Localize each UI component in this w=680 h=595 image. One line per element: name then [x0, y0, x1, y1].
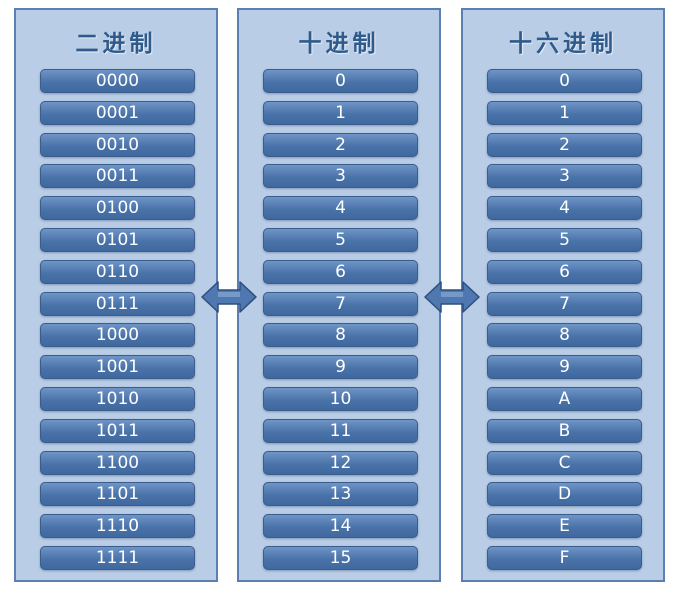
binary-cells: 0000 0001 0010 0011 0100 0101 0110 0111 1000 1001… — [40, 69, 195, 578]
hex-column-title: 十六进制 — [509, 30, 617, 57]
decimal-cell: 3 — [263, 164, 418, 189]
decimal-cell: 13 — [263, 482, 418, 507]
hex-cell: 5 — [487, 227, 642, 252]
decimal-column-title: 十进制 — [298, 30, 380, 57]
hex-cell: 6 — [487, 259, 642, 284]
hex-cell: 4 — [487, 196, 642, 221]
hex-cell: 8 — [487, 323, 642, 348]
decimal-cell: 1 — [263, 100, 418, 125]
binary-cell: 1101 — [40, 482, 195, 507]
decimal-cell: 8 — [263, 323, 418, 348]
binary-cell: 0011 — [40, 164, 195, 189]
binary-cell: 0110 — [40, 259, 195, 284]
hex-cell: 3 — [487, 164, 642, 189]
double-arrow-icon — [201, 281, 257, 313]
decimal-cell: 0 — [263, 69, 418, 93]
hex-column: 十六进制 0 1 2 3 4 5 6 7 8 9 ABCDEF — [461, 8, 665, 582]
decimal-cell: 14 — [263, 514, 418, 539]
binary-cell: 0100 — [40, 196, 195, 221]
binary-cell: 1011 — [40, 418, 195, 443]
hex-cell: E — [487, 514, 642, 539]
binary-cell: 1001 — [40, 355, 195, 380]
decimal-cell: 10 — [263, 386, 418, 411]
hex-cell: 2 — [487, 132, 642, 157]
decimal-cell: 12 — [263, 450, 418, 475]
hex-cell: 9 — [487, 355, 642, 380]
decimal-cell: 6 — [263, 259, 418, 284]
binary-cell: 1110 — [40, 514, 195, 539]
decimal-cell: 15 — [263, 545, 418, 570]
hex-cell: A — [487, 386, 642, 411]
binary-cell: 0111 — [40, 291, 195, 316]
double-arrow-icon — [424, 281, 480, 313]
decimal-column: 十进制 0 1 2 3 4 5 6 7 8 9 10 11 12 13 14 15 — [237, 8, 441, 582]
hex-cell: 1 — [487, 100, 642, 125]
hex-cell: 0 — [487, 69, 642, 93]
hex-cell: C — [487, 450, 642, 475]
binary-cell: 1010 — [40, 386, 195, 411]
binary-cell: 0001 — [40, 100, 195, 125]
hex-cell: B — [487, 418, 642, 443]
binary-column: 二进制 0000 0001 0010 0011 0100 0101 0110 0111 1000… — [14, 8, 218, 582]
decimal-cell: 4 — [263, 196, 418, 221]
binary-cell: 0000 — [40, 69, 195, 93]
hex-cell: 7 — [487, 291, 642, 316]
decimal-cells: 0 1 2 3 4 5 6 7 8 9 10 11 12 13 14 15 — [263, 69, 418, 578]
decimal-cell: 9 — [263, 355, 418, 380]
binary-column-title: 二进制 — [75, 30, 157, 57]
binary-cell: 0010 — [40, 132, 195, 157]
binary-cell: 1100 — [40, 450, 195, 475]
hex-cell: D — [487, 482, 642, 507]
decimal-cell: 7 — [263, 291, 418, 316]
decimal-cell: 2 — [263, 132, 418, 157]
hex-cell: F — [487, 545, 642, 570]
decimal-cell: 5 — [263, 227, 418, 252]
hex-cells: 0 1 2 3 4 5 6 7 8 9 ABCDEF — [487, 69, 642, 578]
decimal-cell: 11 — [263, 418, 418, 443]
binary-cell: 1111 — [40, 545, 195, 570]
binary-cell: 1000 — [40, 323, 195, 348]
binary-cell: 0101 — [40, 227, 195, 252]
